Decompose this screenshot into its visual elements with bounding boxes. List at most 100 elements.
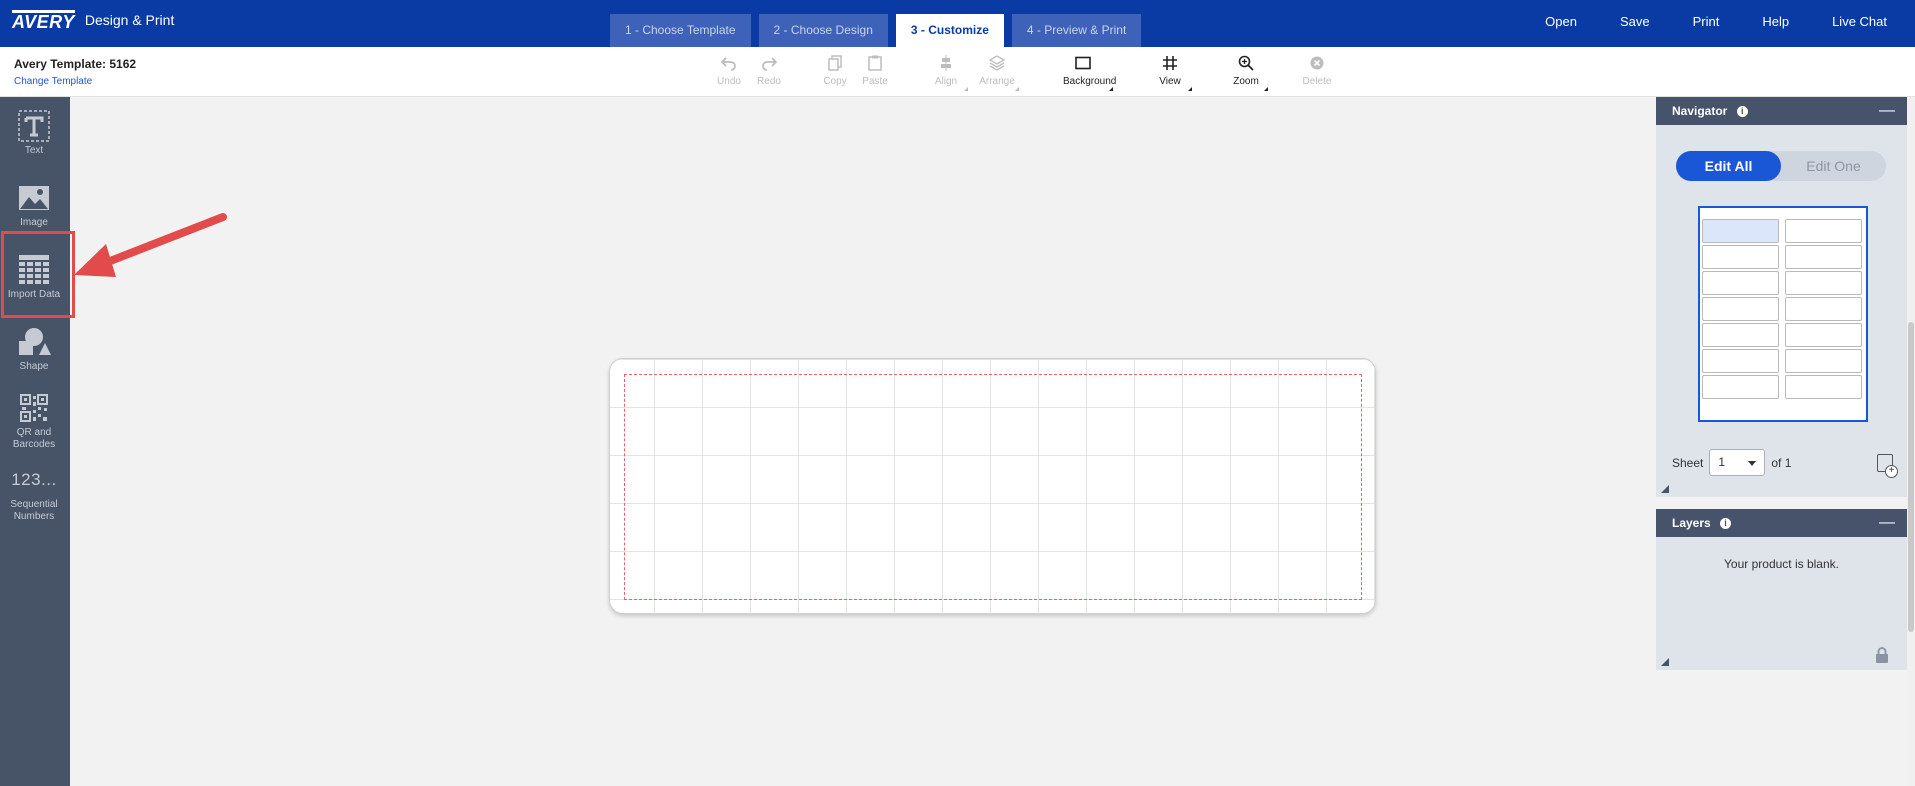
delete-label: Delete bbox=[1302, 76, 1332, 87]
save-button[interactable]: Save bbox=[1620, 14, 1650, 29]
align-icon bbox=[941, 55, 951, 71]
shape-icon bbox=[19, 328, 51, 355]
edit-mode-toggle: Edit All Edit One bbox=[1676, 151, 1886, 181]
background-icon bbox=[1075, 56, 1091, 70]
resize-corner-icon[interactable] bbox=[1661, 485, 1669, 493]
sheet-thumbnail[interactable] bbox=[1698, 206, 1868, 422]
layers-empty-message: Your product is blank. bbox=[1724, 557, 1839, 571]
thumbnail-label-cell[interactable] bbox=[1702, 219, 1779, 243]
navigator-header: Navigator i — bbox=[1656, 97, 1907, 125]
undo-label: Undo bbox=[717, 76, 741, 87]
arrange-label: Arrange bbox=[979, 76, 1015, 87]
undo-button[interactable]: Undo bbox=[709, 53, 749, 87]
template-title: Avery Template: 5162 bbox=[14, 57, 137, 71]
align-label: Align bbox=[934, 76, 958, 87]
view-label: View bbox=[1159, 76, 1181, 87]
print-button[interactable]: Print bbox=[1693, 14, 1720, 29]
thumbnail-label-cell[interactable] bbox=[1702, 297, 1779, 321]
thumbnail-label-cell[interactable] bbox=[1702, 349, 1779, 373]
open-button[interactable]: Open bbox=[1545, 14, 1577, 29]
zoom-button[interactable]: Zoom bbox=[1226, 53, 1268, 91]
add-sheet-icon[interactable] bbox=[1877, 454, 1898, 478]
navigator-panel: Navigator i — Edit All Edit One Sheet 1 … bbox=[1656, 97, 1907, 497]
step-choose-design[interactable]: 2 - Choose Design bbox=[758, 14, 888, 47]
sheet-label: Sheet bbox=[1672, 455, 1704, 470]
sheet-selector-row: Sheet 1 of 1 bbox=[1672, 449, 1791, 476]
copy-label: Copy bbox=[823, 76, 847, 87]
sidebar-item-sequential-numbers[interactable]: 123... Sequential Numbers bbox=[0, 463, 68, 523]
view-button[interactable]: View bbox=[1150, 53, 1192, 91]
delete-icon bbox=[1310, 56, 1324, 70]
step-choose-template[interactable]: 1 - Choose Template bbox=[610, 14, 751, 47]
top-bar: AVERY Design & Print 1 - Choose Template… bbox=[0, 0, 1915, 47]
sheet-count: of 1 bbox=[1771, 455, 1792, 470]
paste-button[interactable]: Paste bbox=[855, 53, 895, 87]
arrange-caret-icon bbox=[1015, 87, 1019, 91]
delete-button[interactable]: Delete bbox=[1297, 53, 1337, 87]
page-scrollbar[interactable] bbox=[1907, 97, 1915, 786]
sidebar-label-shape: Shape bbox=[19, 361, 49, 372]
thumbnail-label-cell[interactable] bbox=[1785, 375, 1862, 399]
redo-icon bbox=[762, 57, 777, 71]
paste-label: Paste bbox=[862, 76, 888, 87]
redo-button[interactable]: Redo bbox=[749, 53, 789, 87]
sheet-select[interactable]: 1 bbox=[1709, 449, 1766, 476]
layers-panel: Layers i — Your product is blank. bbox=[1656, 509, 1907, 670]
help-button[interactable]: Help bbox=[1762, 14, 1789, 29]
change-template-link[interactable]: Change Template bbox=[14, 76, 92, 87]
info-icon[interactable]: i bbox=[1720, 518, 1732, 529]
thumbnail-label-cell[interactable] bbox=[1785, 271, 1862, 295]
copy-button[interactable]: Copy bbox=[815, 53, 855, 87]
edit-all-button[interactable]: Edit All bbox=[1676, 151, 1781, 181]
thumbnail-label-cell[interactable] bbox=[1785, 219, 1862, 243]
background-button[interactable]: Background bbox=[1063, 53, 1117, 91]
paste-icon bbox=[868, 55, 882, 71]
scrollbar-thumb[interactable] bbox=[1908, 322, 1914, 632]
zoom-caret-icon bbox=[1264, 87, 1268, 91]
text-icon bbox=[18, 110, 50, 142]
arrange-layers-icon bbox=[989, 55, 1005, 71]
minimize-icon[interactable]: — bbox=[1879, 97, 1895, 125]
minimize-icon[interactable]: — bbox=[1879, 509, 1895, 537]
thumbnail-label-cell[interactable] bbox=[1702, 375, 1779, 399]
undo-icon bbox=[721, 57, 736, 71]
thumbnail-label-cell[interactable] bbox=[1702, 323, 1779, 347]
qr-code-icon bbox=[20, 394, 48, 422]
redo-label: Redo bbox=[757, 76, 781, 87]
left-sidebar: Text Image Import Data Shape QR and Barc… bbox=[0, 97, 70, 786]
step-preview-print[interactable]: 4 - Preview & Print bbox=[1011, 14, 1142, 47]
info-icon[interactable]: i bbox=[1736, 106, 1748, 117]
layers-title: Layers bbox=[1672, 516, 1711, 530]
thumbnail-label-cell[interactable] bbox=[1702, 245, 1779, 269]
live-chat-button[interactable]: Live Chat bbox=[1832, 14, 1887, 29]
edit-toolbar: Avery Template: 5162 Change Template Und… bbox=[0, 47, 1915, 97]
edit-one-button[interactable]: Edit One bbox=[1781, 151, 1886, 181]
logo[interactable]: AVERY Design & Print bbox=[12, 10, 175, 31]
step-customize[interactable]: 3 - Customize bbox=[895, 14, 1004, 47]
sidebar-item-qr-barcodes[interactable]: QR and Barcodes bbox=[0, 391, 68, 451]
sidebar-item-text[interactable]: Text bbox=[0, 109, 68, 157]
sidebar-label-sequential-numbers: Sequential Numbers bbox=[10, 499, 58, 522]
sidebar-label-qr-barcodes: QR and Barcodes bbox=[12, 427, 56, 450]
arrange-button[interactable]: Arrange bbox=[977, 53, 1019, 91]
avery-design-print-app: AVERY Design & Print 1 - Choose Template… bbox=[0, 0, 1915, 786]
thumbnail-label-cell[interactable] bbox=[1785, 323, 1862, 347]
thumbnail-label-cell[interactable] bbox=[1785, 297, 1862, 321]
view-caret-icon bbox=[1188, 87, 1192, 91]
thumbnail-label-cell[interactable] bbox=[1702, 271, 1779, 295]
align-button[interactable]: Align bbox=[926, 53, 968, 91]
label-canvas[interactable] bbox=[609, 358, 1376, 614]
view-grid-icon bbox=[1163, 56, 1177, 70]
align-caret-icon bbox=[964, 87, 968, 91]
lock-icon[interactable] bbox=[1875, 647, 1889, 664]
thumbnail-label-cell[interactable] bbox=[1785, 245, 1862, 269]
sequential-numbers-icon: 123... bbox=[11, 470, 57, 489]
app-name: Design & Print bbox=[84, 12, 175, 28]
sidebar-item-shape[interactable]: Shape bbox=[0, 325, 68, 373]
resize-corner-icon[interactable] bbox=[1661, 658, 1669, 666]
layers-header: Layers i — bbox=[1656, 509, 1907, 537]
copy-icon bbox=[828, 55, 842, 71]
sidebar-item-image[interactable]: Image bbox=[0, 181, 68, 229]
background-label: Background bbox=[1063, 76, 1117, 87]
thumbnail-label-cell[interactable] bbox=[1785, 349, 1862, 373]
